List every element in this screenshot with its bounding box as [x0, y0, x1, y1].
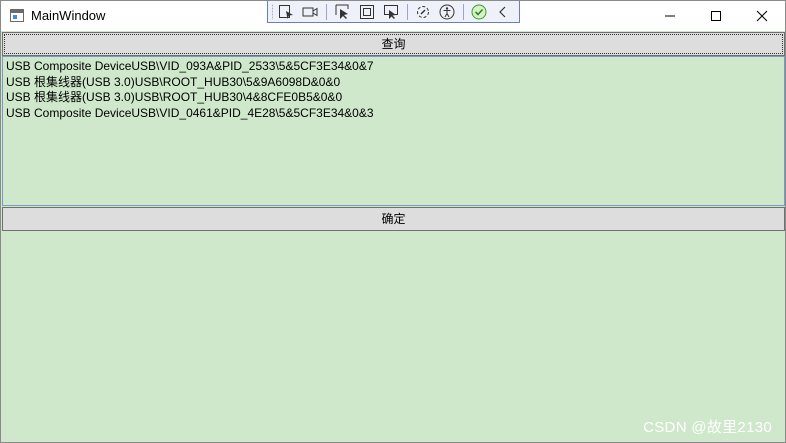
minimize-icon — [665, 15, 675, 17]
list-item[interactable]: USB Composite DeviceUSB\VID_093A&PID_253… — [6, 59, 781, 75]
select-element-icon[interactable] — [278, 4, 294, 20]
title-bar[interactable]: MainWindow — [1, 1, 785, 31]
display-layout-icon[interactable] — [383, 4, 399, 20]
hot-reload-icon[interactable] — [415, 4, 431, 20]
wpf-debug-toolbar — [267, 1, 520, 23]
list-item[interactable]: USB Composite DeviceUSB\VID_0461&PID_4E2… — [6, 106, 781, 122]
list-item[interactable]: USB 根集线器(USB 3.0)USB\ROOT_HUB30\5&9A6098… — [6, 75, 781, 91]
frame-icon[interactable] — [359, 4, 375, 20]
query-button[interactable]: 查询 — [2, 32, 785, 56]
maximize-button[interactable] — [693, 1, 739, 31]
toolbar-grip-handle[interactable] — [272, 3, 274, 20]
video-icon[interactable] — [302, 4, 318, 20]
chevron-left-icon[interactable] — [495, 4, 511, 20]
minimize-button[interactable] — [647, 1, 693, 31]
accessibility-icon[interactable] — [439, 4, 455, 20]
app-window-icon — [10, 9, 24, 22]
watermark: CSDN @故里2130 — [643, 419, 772, 436]
close-button[interactable] — [739, 1, 785, 31]
device-listbox[interactable]: USB Composite DeviceUSB\VID_093A&PID_253… — [2, 56, 785, 206]
maximize-icon — [711, 11, 721, 21]
client-area: 查询 USB Composite DeviceUSB\VID_093A&PID_… — [1, 31, 785, 442]
ok-button[interactable]: 确定 — [2, 207, 785, 231]
pointer-select-icon[interactable] — [335, 4, 351, 20]
close-icon — [756, 10, 768, 22]
list-item[interactable]: USB 根集线器(USB 3.0)USB\ROOT_HUB30\4&8CFE0B… — [6, 90, 781, 106]
checkmark-icon[interactable] — [471, 4, 487, 20]
window-title: MainWindow — [31, 8, 106, 23]
main-window: MainWindow 查询 USB Composite DeviceUSB\VI… — [0, 0, 786, 443]
